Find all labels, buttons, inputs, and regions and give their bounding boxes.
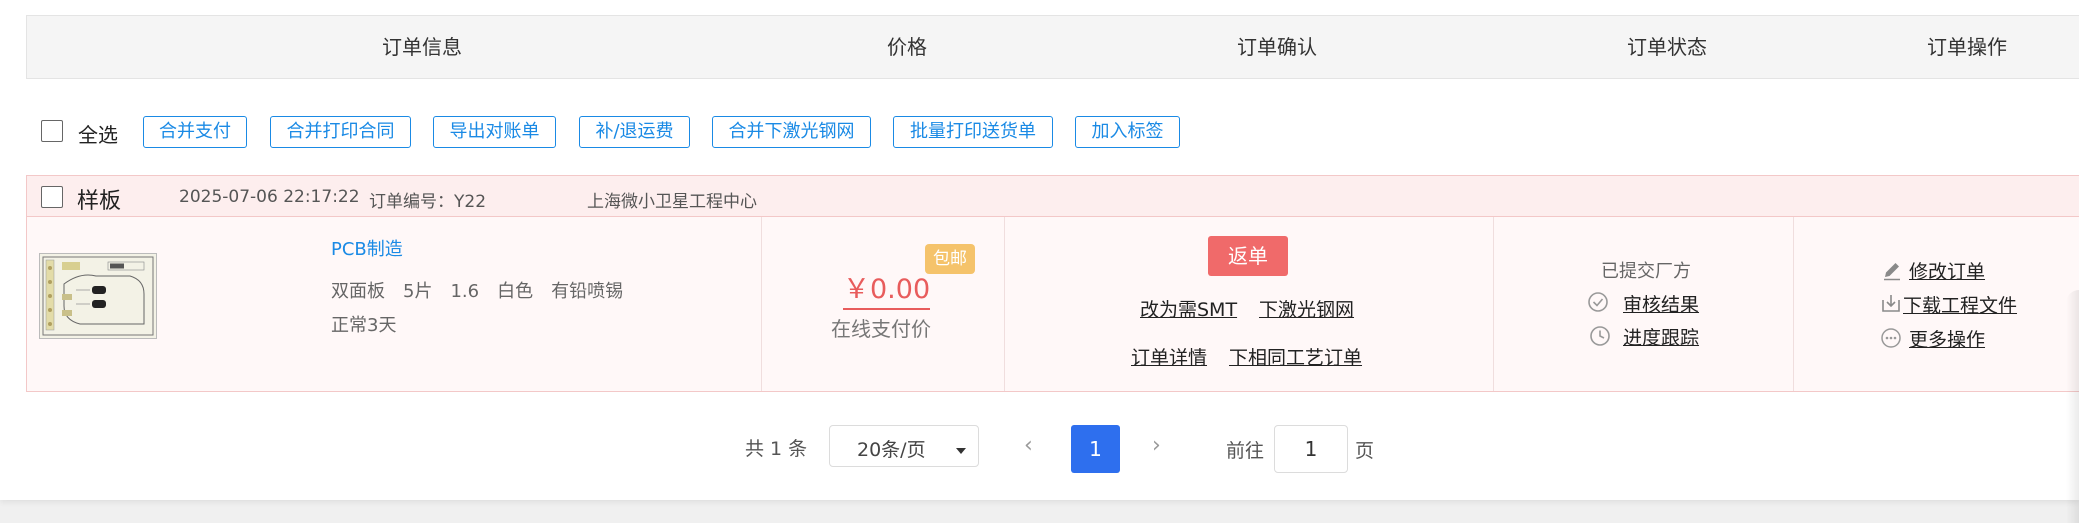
laser-stencil-link[interactable]: 下激光钢网 (1259, 295, 1354, 322)
spec-silkscreen: 白色 (497, 281, 534, 302)
order-header-row: 样板 2025-07-06 22:17:22 订单编号：Y22 上海微小卫星工程… (26, 175, 2079, 217)
page-size-value: 20条/页 (857, 439, 926, 461)
order-datetime: 2025-07-06 22:17:22 (179, 187, 360, 207)
goto-label: 前往 (1226, 440, 1265, 462)
side-panel-edge (2066, 290, 2079, 523)
export-statement-button[interactable]: 导出对账单 (433, 116, 556, 148)
add-tag-button[interactable]: 加入标签 (1075, 116, 1180, 148)
select-all-checkbox[interactable] (41, 120, 63, 142)
col-header-actions: 订单操作 (1927, 35, 2007, 59)
order-number: 订单编号：Y22 (369, 192, 487, 212)
return-order-button[interactable]: 返单 (1208, 236, 1288, 276)
chevron-down-icon (956, 448, 966, 454)
spec-surface: 有铅喷锡 (551, 281, 624, 302)
column-divider (1793, 217, 1794, 391)
price-note: 在线支付价 (831, 317, 931, 341)
merge-laser-stencil-button[interactable]: 合并下激光钢网 (712, 116, 871, 148)
clock-icon (1590, 326, 1610, 346)
prev-page-icon[interactable]: ‹ (1024, 433, 1033, 458)
order-body-row: PCB制造 双面板 5片 1.6 白色 有铅喷锡 正常3天 包邮 ￥0.00 在线支付价… (26, 217, 2079, 392)
free-shipping-badge: 包邮 (925, 244, 975, 274)
more-actions-link[interactable]: 更多操作 (1909, 325, 1985, 352)
more-dots-icon (1881, 328, 1901, 348)
shipping-fee-adjust-button[interactable]: 补/退运费 (579, 116, 690, 148)
product-specs: 双面板 5片 1.6 白色 有铅喷锡 (331, 277, 641, 303)
col-header-info: 订单信息 (382, 35, 462, 59)
table-header: 订单信息 价格 订单确认 订单状态 订单操作 (26, 15, 2079, 79)
order-status-text: 已提交厂方 (1601, 261, 1691, 282)
change-to-smt-link[interactable]: 改为需SMT (1140, 295, 1237, 322)
order-company: 上海微小卫星工程中心 (587, 192, 757, 212)
lead-time: 正常3天 (331, 315, 397, 336)
pcb-thumbnail[interactable] (39, 253, 157, 339)
same-process-order-link[interactable]: 下相同工艺订单 (1229, 343, 1362, 370)
spec-thickness: 1.6 (450, 281, 480, 302)
order-list-panel: 订单信息 价格 订单确认 订单状态 订单操作 全选 合并支付 合并打印合同 导出… (0, 0, 2079, 500)
page-suffix-label: 页 (1355, 440, 1375, 462)
order-checkbox[interactable] (41, 186, 63, 208)
progress-tracking-link[interactable]: 进度跟踪 (1623, 323, 1699, 350)
goto-page-input[interactable]: 1 (1274, 425, 1348, 473)
page-number-current[interactable]: 1 (1071, 425, 1120, 473)
merge-pay-button[interactable]: 合并支付 (143, 116, 247, 148)
select-all-label[interactable]: 全选 (78, 119, 118, 148)
order-detail-link[interactable]: 订单详情 (1131, 343, 1207, 370)
column-divider (1493, 217, 1494, 391)
page-size-select[interactable]: 20条/页 (829, 425, 979, 467)
audit-result-link[interactable]: 审核结果 (1623, 290, 1699, 317)
merge-print-contract-button[interactable]: 合并打印合同 (270, 116, 411, 148)
column-divider (761, 217, 762, 391)
check-circle-icon (1588, 292, 1608, 312)
col-header-status: 订单状态 (1627, 35, 1707, 59)
order-type-label: 样板 (77, 189, 122, 214)
download-project-files-link[interactable]: 下载工程文件 (1903, 291, 2017, 318)
pencil-icon (1884, 263, 1900, 281)
column-divider (1004, 217, 1005, 391)
spec-quantity: 5片 (403, 281, 433, 302)
col-header-price: 价格 (887, 35, 927, 59)
spec-layers: 双面板 (331, 281, 385, 302)
pcb-board-image (40, 254, 156, 338)
edit-order-link[interactable]: 修改订单 (1909, 257, 1985, 284)
order-price: ￥0.00 (843, 267, 931, 310)
product-link-pcb[interactable]: PCB制造 (331, 235, 403, 261)
col-header-confirm: 订单确认 (1237, 35, 1317, 59)
download-icon (1882, 295, 1900, 312)
batch-print-delivery-button[interactable]: 批量打印送货单 (893, 116, 1053, 148)
pagination-total: 共 1 条 (745, 438, 808, 460)
next-page-icon[interactable]: › (1152, 433, 1161, 458)
